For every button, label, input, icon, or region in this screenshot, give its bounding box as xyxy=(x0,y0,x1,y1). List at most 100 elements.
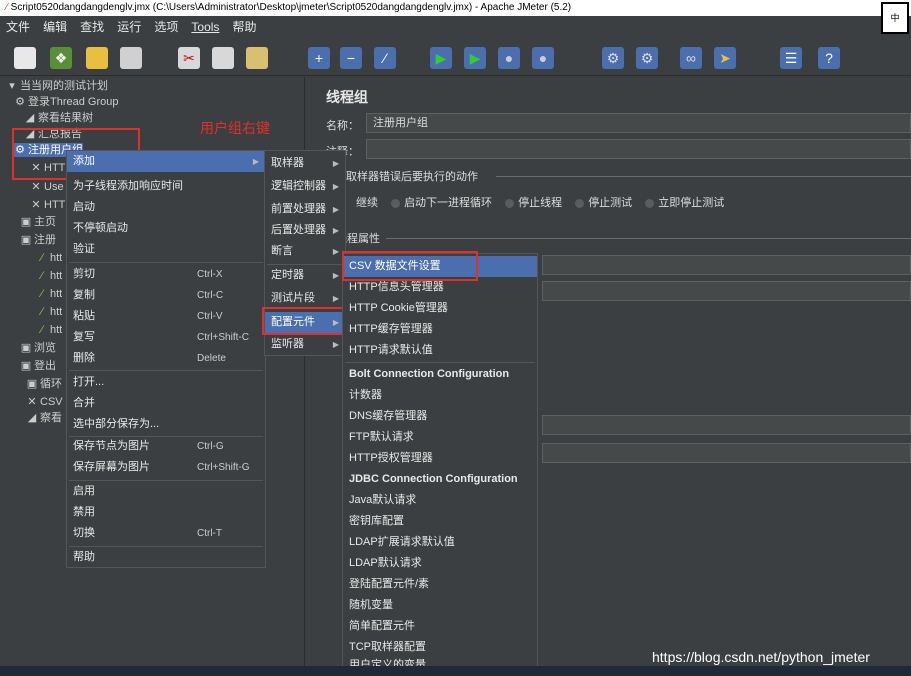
config-item-ldap-defaults[interactable]: LDAP默认请求 xyxy=(343,553,537,574)
submenu-item-listener[interactable]: 监听器 ▶ xyxy=(265,334,345,355)
expand-icon[interactable]: + xyxy=(308,47,330,69)
tree-item-sampler[interactable]: ∕ htt xyxy=(36,287,62,301)
name-field[interactable]: 注册用户组 xyxy=(366,113,911,133)
stop-icon[interactable]: ● xyxy=(498,47,520,69)
ctx-item-copy[interactable]: 复制 Ctrl-C xyxy=(67,285,265,306)
toggle-icon[interactable]: ⁄ xyxy=(374,47,396,69)
tree-item-config[interactable]: ✕ Use xyxy=(30,180,63,194)
radio-icon[interactable] xyxy=(645,198,655,208)
config-item-random-variable[interactable]: 随机变量 xyxy=(343,595,537,616)
submenu-item-logic-controller[interactable]: 逻辑控制器 ▶ xyxy=(265,176,345,197)
config-item-dns-cache[interactable]: DNS缓存管理器 xyxy=(343,406,537,427)
tree-item-test-plan[interactable]: ▾ 当当网的测试计划 xyxy=(6,79,108,93)
radio-next-loop[interactable]: 启动下一进程循环 xyxy=(404,197,492,209)
ctx-item-open[interactable]: 打开... xyxy=(67,372,265,393)
config-item-ftp-defaults[interactable]: FTP默认请求 xyxy=(343,427,537,448)
new-icon[interactable] xyxy=(14,47,36,69)
ctx-item-enable[interactable]: 启用 xyxy=(67,481,265,502)
paste-icon[interactable] xyxy=(246,47,268,69)
help-icon[interactable]: ? xyxy=(818,47,840,69)
tree-item-listener[interactable]: ◢ 察看 xyxy=(26,411,62,425)
ctx-item-paste[interactable]: 粘贴 Ctrl-V xyxy=(67,306,265,327)
ctx-item-save-selection[interactable]: 选中部分保存为... xyxy=(67,414,265,435)
config-item-ldap-ext-defaults[interactable]: LDAP扩展请求默认值 xyxy=(343,532,537,553)
start-icon[interactable]: ▶ xyxy=(430,47,452,69)
radio-stop-now[interactable]: 立即停止测试 xyxy=(658,197,724,209)
config-item-simple-config[interactable]: 简单配置元件 xyxy=(343,616,537,637)
config-item-bolt[interactable]: Bolt Connection Configuration xyxy=(343,364,537,385)
tree-item-sampler[interactable]: ∕ htt xyxy=(36,251,62,265)
tree-item-config[interactable]: ✕ CSV xyxy=(26,395,62,409)
threads-field[interactable] xyxy=(542,255,911,275)
config-item-request-defaults[interactable]: HTTP请求默认值 xyxy=(343,340,537,361)
config-item-auth-manager[interactable]: HTTP授权管理器 xyxy=(343,448,537,469)
open-icon[interactable] xyxy=(86,47,108,69)
duration-field[interactable] xyxy=(542,415,911,435)
tree-item-controller[interactable]: ▣ 循环 xyxy=(26,377,62,391)
submenu-item-post-processor[interactable]: 后置处理器 ▶ xyxy=(265,220,345,241)
config-item-cache-manager[interactable]: HTTP缓存管理器 xyxy=(343,319,537,340)
copy-icon[interactable] xyxy=(212,47,234,69)
tree-item-sampler[interactable]: ∕ htt xyxy=(36,269,62,283)
submenu-item-timer[interactable]: 定时器 ▶ xyxy=(265,265,345,286)
submenu-item-pre-processor[interactable]: 前置处理器 ▶ xyxy=(265,199,345,220)
ctx-item-delete[interactable]: 删除 Delete xyxy=(67,348,265,369)
menu-edit[interactable]: 编辑 xyxy=(43,20,67,34)
reset-search-icon[interactable]: ➤ xyxy=(714,47,736,69)
function-helper-icon[interactable]: ☰ xyxy=(780,47,802,69)
config-item-jdbc[interactable]: JDBC Connection Configuration xyxy=(343,469,537,490)
config-item-keystore[interactable]: 密钥库配置 xyxy=(343,511,537,532)
ime-indicator[interactable]: 中 xyxy=(881,2,909,34)
radio-stop-thread[interactable]: 停止线程 xyxy=(518,197,562,209)
menu-help[interactable]: 帮助 xyxy=(232,20,256,34)
config-item-cookie-manager[interactable]: HTTP Cookie管理器 xyxy=(343,298,537,319)
ctx-item-toggle[interactable]: 切换 Ctrl-T xyxy=(67,523,265,544)
config-item-counter[interactable]: 计数器 xyxy=(343,385,537,406)
tree-item-controller[interactable]: ▣ 浏览 xyxy=(20,341,56,355)
ctx-item-duplicate[interactable]: 复写 Ctrl+Shift-C xyxy=(67,327,265,348)
delay-field[interactable] xyxy=(542,443,911,463)
radio-icon[interactable] xyxy=(391,198,401,208)
ctx-item-help[interactable]: 帮助 xyxy=(67,547,265,568)
submenu-item-test-fragment[interactable]: 测试片段 ▶ xyxy=(265,288,345,309)
collapse-icon[interactable]: − xyxy=(340,47,362,69)
search-icon[interactable]: ∞ xyxy=(680,47,702,69)
comment-field[interactable] xyxy=(366,139,911,159)
config-item-java-defaults[interactable]: Java默认请求 xyxy=(343,490,537,511)
radio-icon[interactable] xyxy=(505,198,515,208)
submenu-item-assertion[interactable]: 断言 ▶ xyxy=(265,241,345,262)
ctx-item-response-time[interactable]: 为子线程添加响应时间 xyxy=(67,176,265,197)
tree-item-login-group[interactable]: ⚙ 登录Thread Group xyxy=(14,95,118,109)
shutdown-icon[interactable]: ● xyxy=(532,47,554,69)
ctx-item-disable[interactable]: 禁用 xyxy=(67,502,265,523)
clear-icon[interactable]: ⚙ xyxy=(602,47,624,69)
tree-item-sampler[interactable]: ∕ htt xyxy=(36,323,62,337)
menu-options[interactable]: 选项 xyxy=(154,20,178,34)
menu-search[interactable]: 查找 xyxy=(80,20,104,34)
ctx-item-start-no-pause[interactable]: 不停顿启动 xyxy=(67,218,265,239)
menu-run[interactable]: 运行 xyxy=(117,20,141,34)
cut-icon[interactable]: ✂ xyxy=(178,47,200,69)
save-icon[interactable] xyxy=(120,47,142,69)
radio-continue[interactable]: 继续 xyxy=(356,197,378,209)
start-no-pause-icon[interactable]: ▶ xyxy=(464,47,486,69)
tree-item-controller[interactable]: ▣ 主页 xyxy=(20,215,56,229)
ctx-item-merge[interactable]: 合并 xyxy=(67,393,265,414)
ctx-item-save-node-image[interactable]: 保存节点为图片 Ctrl-G xyxy=(67,436,265,457)
tree-item-config[interactable]: ✕ HTT xyxy=(30,198,65,212)
ctx-item-start[interactable]: 启动 xyxy=(67,197,265,218)
ramp-up-field[interactable] xyxy=(542,281,911,301)
ctx-item-cut[interactable]: 剪切 Ctrl-X xyxy=(67,264,265,285)
radio-stop-test[interactable]: 停止测试 xyxy=(588,197,632,209)
ctx-item-add[interactable]: 添加 ▶ xyxy=(67,151,265,172)
tree-item-controller[interactable]: ▣ 注册 xyxy=(20,233,56,247)
menu-file[interactable]: 文件 xyxy=(6,20,30,34)
templates-icon[interactable]: ❖ xyxy=(50,47,72,69)
radio-icon[interactable] xyxy=(575,198,585,208)
config-item-login-config[interactable]: 登陆配置元件/素 xyxy=(343,574,537,595)
tree-item-result-tree[interactable]: ◢ 察看结果树 xyxy=(24,111,93,125)
tree-item-controller[interactable]: ▣ 登出 xyxy=(20,359,56,373)
menu-tools[interactable]: Tools xyxy=(191,20,219,34)
clear-all-icon[interactable]: ⚙ xyxy=(636,47,658,69)
ctx-item-save-screen-image[interactable]: 保存屏幕为图片 Ctrl+Shift-G xyxy=(67,457,265,478)
